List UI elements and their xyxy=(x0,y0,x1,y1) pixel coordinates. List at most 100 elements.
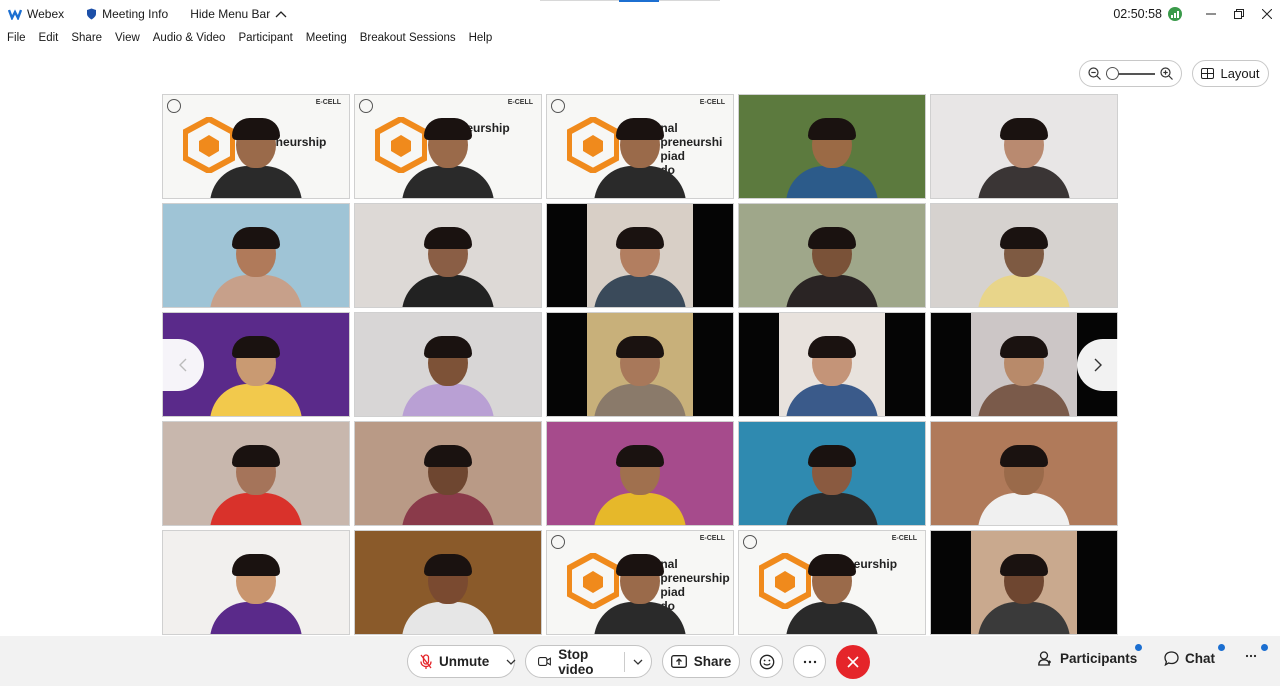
menu-audio-video[interactable]: Audio & Video xyxy=(153,32,226,44)
participant-avatar xyxy=(210,445,302,525)
participant-video-tile[interactable]: E-CELL E eurshipO xyxy=(738,530,926,635)
share-button[interactable]: Share xyxy=(662,645,740,678)
participant-body xyxy=(594,166,686,198)
close-button[interactable] xyxy=(1254,0,1280,27)
participant-avatar xyxy=(978,336,1070,416)
participant-video-tile[interactable]: E-CELL nal preneurshi piad do xyxy=(546,94,734,199)
participant-hair xyxy=(616,554,664,576)
end-meeting-button[interactable] xyxy=(836,645,870,679)
meeting-info-button[interactable]: Meeting Info xyxy=(86,0,168,27)
zoom-slider[interactable] xyxy=(1106,66,1155,80)
participant-video-tile[interactable]: E-CELL nal preneurship piad do xyxy=(546,530,734,635)
app-logo[interactable]: Webex xyxy=(8,0,64,27)
participant-video-tile[interactable] xyxy=(738,421,926,526)
chat-bubble-icon xyxy=(1164,651,1179,666)
zoom-in-icon[interactable] xyxy=(1160,67,1173,80)
menu-help[interactable]: Help xyxy=(469,32,493,44)
participant-video-tile[interactable] xyxy=(930,530,1118,635)
participant-hair xyxy=(424,445,472,467)
close-icon xyxy=(847,656,859,668)
grid-layout-icon xyxy=(1201,68,1215,79)
participant-body xyxy=(402,166,494,198)
participant-video-tile[interactable] xyxy=(930,421,1118,526)
more-horizontal-icon xyxy=(803,660,816,663)
menu-meeting[interactable]: Meeting xyxy=(306,32,347,44)
participant-video-tile[interactable] xyxy=(738,312,926,417)
participant-avatar xyxy=(978,227,1070,307)
participant-hair xyxy=(1000,336,1048,358)
menu-participant[interactable]: Participant xyxy=(238,32,292,44)
participant-avatar xyxy=(786,445,878,525)
zoom-out-icon[interactable] xyxy=(1088,67,1101,80)
hide-menu-label: Hide Menu Bar xyxy=(190,6,271,21)
menu-breakout-sessions[interactable]: Breakout Sessions xyxy=(360,32,456,44)
participant-avatar xyxy=(978,445,1070,525)
participant-body xyxy=(402,384,494,416)
menu-share[interactable]: Share xyxy=(71,32,102,44)
participant-video-tile[interactable] xyxy=(546,312,734,417)
participant-video-tile[interactable] xyxy=(546,421,734,526)
participant-hair xyxy=(232,227,280,249)
participant-hair xyxy=(1000,227,1048,249)
menu-file[interactable]: File xyxy=(7,32,26,44)
participant-hair xyxy=(232,118,280,140)
participant-body xyxy=(402,602,494,634)
participant-avatar xyxy=(402,554,494,634)
chevron-up-icon xyxy=(275,10,287,17)
video-camera-icon xyxy=(538,657,551,666)
layout-button[interactable]: Layout xyxy=(1192,60,1269,87)
participants-button[interactable]: Participants xyxy=(1038,651,1137,666)
participant-video-tile[interactable] xyxy=(162,530,350,635)
participant-avatar xyxy=(594,227,686,307)
participant-body xyxy=(402,493,494,525)
participant-video-tile[interactable] xyxy=(354,421,542,526)
zoom-slider-knob[interactable] xyxy=(1106,66,1119,80)
more-options-button[interactable] xyxy=(793,645,826,678)
unmute-button[interactable]: Unmute xyxy=(408,646,498,677)
video-control: Stop video xyxy=(525,645,652,678)
letterbox-left xyxy=(931,313,971,416)
letterbox-left xyxy=(739,313,779,416)
participant-hair xyxy=(808,227,856,249)
participants-icon xyxy=(1038,651,1051,666)
participant-video-tile[interactable]: E-CELL N alE reneurship xyxy=(162,94,350,199)
participant-video-tile[interactable] xyxy=(354,530,542,635)
participant-hair xyxy=(1000,554,1048,576)
participant-video-tile[interactable] xyxy=(738,94,926,199)
participant-video-tile[interactable] xyxy=(738,203,926,308)
minimize-button[interactable] xyxy=(1198,0,1224,27)
smiley-icon xyxy=(759,654,774,669)
participant-video-tile[interactable] xyxy=(354,312,542,417)
participant-video-tile[interactable]: E-CELL reurship xyxy=(354,94,542,199)
participant-video-tile[interactable] xyxy=(162,421,350,526)
participant-hair xyxy=(616,227,664,249)
hide-menu-bar-button[interactable]: Hide Menu Bar xyxy=(190,0,287,27)
more-panels-button[interactable] xyxy=(1245,654,1257,658)
participant-avatar xyxy=(402,336,494,416)
layout-label: Layout xyxy=(1220,66,1260,81)
meeting-timer: 02:50:58 xyxy=(1113,6,1162,21)
video-options-button[interactable] xyxy=(625,646,651,677)
restore-button[interactable] xyxy=(1226,0,1252,27)
stop-video-button[interactable]: Stop video xyxy=(526,646,624,677)
chat-button[interactable]: Chat xyxy=(1164,651,1215,666)
participant-video-tile[interactable] xyxy=(546,203,734,308)
letterbox-right xyxy=(693,204,733,307)
participant-body xyxy=(786,384,878,416)
share-screen-icon xyxy=(670,655,687,668)
menu-view[interactable]: View xyxy=(115,32,140,44)
audio-options-button[interactable] xyxy=(498,646,524,677)
participant-video-tile[interactable] xyxy=(930,94,1118,199)
participant-video-tile[interactable] xyxy=(930,203,1118,308)
participant-hair xyxy=(232,336,280,358)
reactions-button[interactable] xyxy=(750,645,783,678)
participant-video-tile[interactable] xyxy=(354,203,542,308)
network-quality-icon[interactable] xyxy=(1168,6,1182,21)
participants-notification-dot xyxy=(1135,644,1142,651)
participant-avatar xyxy=(210,118,302,198)
institute-seal-icon xyxy=(743,535,757,549)
participant-video-tile[interactable] xyxy=(162,203,350,308)
ecell-logo: E-CELL xyxy=(699,99,725,106)
letterbox-right xyxy=(885,313,925,416)
menu-edit[interactable]: Edit xyxy=(39,32,59,44)
